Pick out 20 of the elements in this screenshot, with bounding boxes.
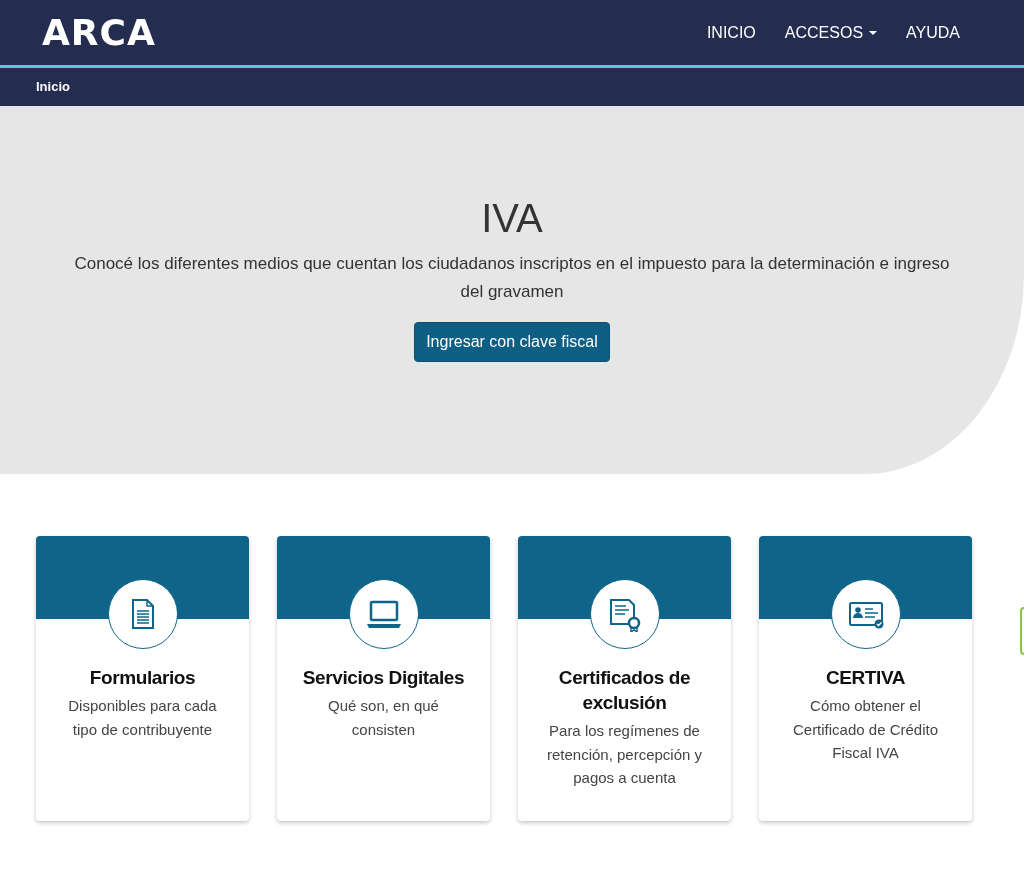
login-button[interactable]: Ingresar con clave fiscal <box>414 322 610 362</box>
card-description: Qué son, en qué consisten <box>327 696 440 740</box>
card-title: Formularios <box>88 666 197 690</box>
card-title: CERTIVA <box>824 666 907 690</box>
card-description: Disponibles para cada tipo de contribuyente <box>67 696 218 740</box>
hero-title: IVA <box>481 195 543 242</box>
breadcrumb-item[interactable]: Inicio <box>36 77 70 97</box>
info-card[interactable]: CERTIVA Cómo obtener el Certificado de Crédito Fiscal IVA <box>759 536 972 821</box>
hero-description: Conocé los diferentes medios que cuentan los ciudadanos inscriptos en el impuesto para la determinación e ingreso del gravamen <box>73 253 951 303</box>
nav-link[interactable]: INICIO <box>706 20 756 45</box>
info-card[interactable]: Servicios Digitales Qué son, en qué consisten <box>277 536 490 821</box>
card-title: Servicios Digitales <box>301 666 466 690</box>
info-card[interactable]: Formularios Disponibles para cada tipo de contribuyente <box>36 536 249 821</box>
logo: ARCA <box>42 10 156 55</box>
card-description: Cómo obtener el Certificado de Crédito Fiscal IVA <box>791 696 940 763</box>
card-description: Para los regímenes de retención, percepción y pagos a cuenta <box>545 721 704 788</box>
info-card[interactable]: Certificados de exclusión Para los regímenes de retención, percepción y pagos a cuenta <box>518 536 731 821</box>
nav-link[interactable]: ACCESOS <box>784 20 878 45</box>
card-title: Certificados de exclusión <box>557 666 692 715</box>
nav-link[interactable]: AYUDA <box>906 20 960 45</box>
